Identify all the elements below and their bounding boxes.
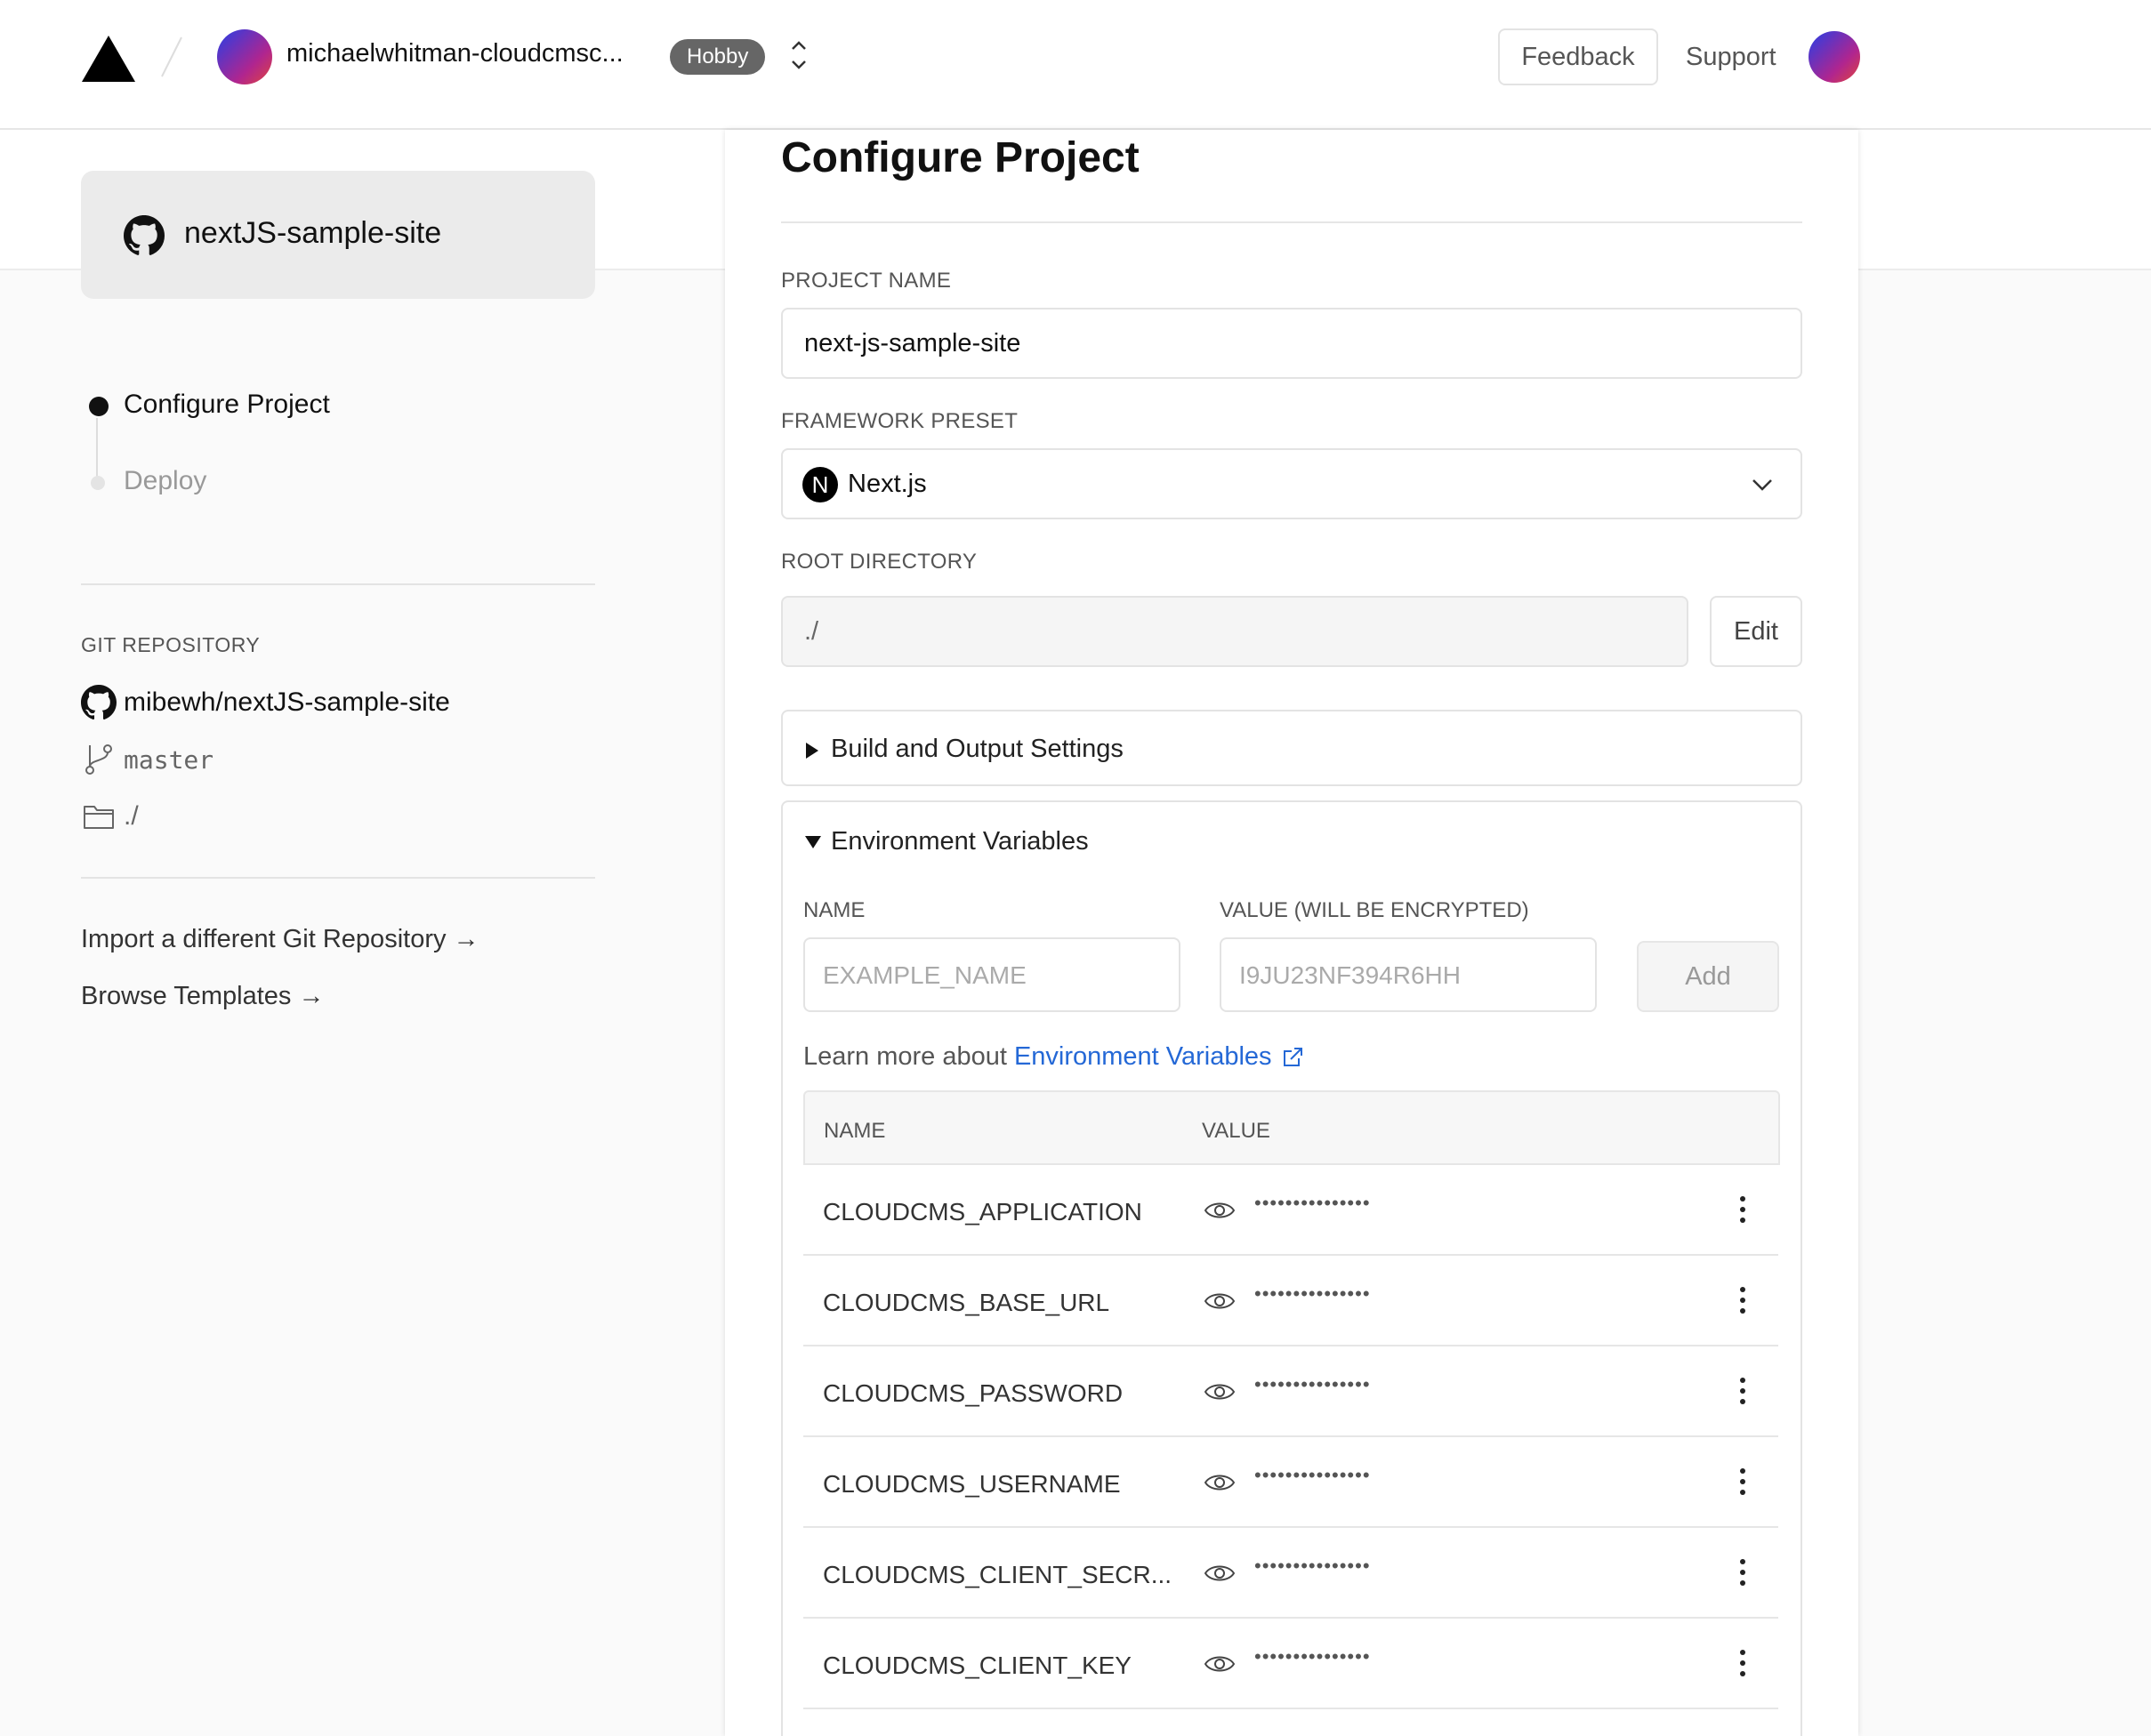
folder-icon [84, 806, 114, 829]
env-table-row: CLOUDCMS_CLIENT_KEY ••••••••••••••• [803, 1619, 1778, 1709]
plan-badge: Hobby [670, 39, 766, 75]
eye-icon[interactable] [1204, 1652, 1236, 1676]
more-options-icon[interactable] [1737, 1375, 1748, 1407]
env-table-row: CLOUDCMS_BASE_URL ••••••••••••••• [803, 1256, 1778, 1346]
chevron-up-down-icon[interactable] [788, 37, 810, 73]
git-repo-name[interactable]: mibewh/nextJS-sample-site [124, 687, 450, 718]
env-variable-name: CLOUDCMS_CLIENT_KEY [823, 1652, 1132, 1679]
env-table-row: CLOUDCMS_CLIENT_SECR... ••••••••••••••• [803, 1528, 1778, 1619]
env-table-row: CLOUDCMS_USERNAME ••••••••••••••• [803, 1437, 1778, 1528]
env-variable-name: CLOUDCMS_CLIENT_SECR... [823, 1561, 1172, 1588]
learn-more-prefix: Learn more about [803, 1042, 1007, 1071]
env-table-row: CLOUDCMS_PASSWORD ••••••••••••••• [803, 1346, 1778, 1437]
framework-preset-label: FRAMEWORK PRESET [781, 409, 1019, 433]
github-icon [124, 215, 165, 255]
env-variable-value-masked: ••••••••••••••• [1254, 1192, 1371, 1214]
external-link-icon[interactable] [1281, 1046, 1304, 1069]
git-repo-row[interactable]: mibewh/nextJS-sample-site [81, 685, 450, 720]
env-variable-value-masked: ••••••••••••••• [1254, 1373, 1371, 1395]
env-value-placeholder: I9JU23NF394R6HH [1239, 961, 1461, 989]
title-divider [781, 221, 1802, 223]
eye-icon[interactable] [1204, 1199, 1236, 1222]
env-name-placeholder: EXAMPLE_NAME [823, 961, 1027, 989]
nextjs-icon: N [802, 467, 838, 502]
vercel-logo-icon[interactable] [82, 36, 135, 82]
step-pending-dot [91, 476, 105, 490]
root-directory-input: ./ [781, 596, 1688, 667]
build-output-settings-label: Build and Output Settings [831, 735, 1124, 763]
env-variable-value-masked: ••••••••••••••• [1254, 1645, 1371, 1668]
env-variable-name: CLOUDCMS_BASE_URL [823, 1289, 1110, 1316]
step-active-dot [89, 397, 109, 416]
git-branch-row: master [81, 742, 213, 777]
git-repository-heading: GIT REPOSITORY [81, 633, 261, 656]
more-options-icon[interactable] [1737, 1647, 1748, 1679]
import-git-repository-link[interactable]: Import a different Git Repository → [81, 925, 479, 954]
env-variable-value-masked: ••••••••••••••• [1254, 1464, 1371, 1486]
project-name-label: PROJECT NAME [781, 269, 952, 293]
env-variable-name: CLOUDCMS_APPLICATION [823, 1198, 1142, 1226]
sidebar-divider [81, 583, 595, 585]
browse-templates-link[interactable]: Browse Templates → [81, 982, 324, 1011]
more-options-icon[interactable] [1737, 1466, 1748, 1498]
env-variable-name: CLOUDCMS_PASSWORD [823, 1379, 1124, 1407]
caret-down-icon[interactable] [804, 834, 822, 850]
git-branch-name: master [124, 744, 214, 775]
environment-variables-docs-link[interactable]: Environment Variables [1014, 1042, 1272, 1072]
caret-right-icon [806, 743, 818, 759]
top-navigation-bar: michaelwhitman-cloudcmsc... Hobby Feedba… [0, 0, 2151, 130]
project-name-input[interactable]: next-js-sample-site [781, 308, 1802, 379]
page-title: Configure Project [781, 134, 1140, 181]
repo-card-title: nextJS-sample-site [184, 216, 442, 250]
step-deploy: Deploy [124, 466, 207, 495]
git-directory-row: ./ [81, 799, 139, 834]
sidebar-divider [81, 877, 595, 879]
learn-more-text: Learn more about Environment Variables [803, 1042, 1304, 1072]
eye-icon[interactable] [1204, 1380, 1236, 1403]
env-value-input[interactable]: I9JU23NF394R6HH [1220, 937, 1597, 1012]
repo-card: nextJS-sample-site [81, 171, 595, 299]
env-variable-name: CLOUDCMS_USERNAME [823, 1470, 1121, 1498]
breadcrumb-separator-icon [161, 36, 182, 77]
build-output-settings-accordion[interactable]: Build and Output Settings [781, 710, 1802, 786]
support-link[interactable]: Support [1686, 43, 1776, 72]
env-table-name-column: NAME [824, 1119, 886, 1143]
environment-variables-label[interactable]: Environment Variables [831, 827, 1089, 856]
env-value-label: VALUE (WILL BE ENCRYPTED) [1220, 898, 1529, 922]
root-directory-value: ./ [804, 617, 819, 646]
env-variable-value-masked: ••••••••••••••• [1254, 1555, 1371, 1577]
edit-root-directory-button[interactable]: Edit [1710, 596, 1802, 667]
git-branch-icon [85, 744, 112, 775]
eye-icon[interactable] [1204, 1471, 1236, 1494]
env-table-header: NAME VALUE [803, 1090, 1780, 1165]
env-name-input[interactable]: EXAMPLE_NAME [803, 937, 1180, 1012]
eye-icon[interactable] [1204, 1290, 1236, 1313]
more-options-icon[interactable] [1737, 1556, 1748, 1588]
env-table-value-column: VALUE [1202, 1119, 1270, 1143]
root-directory-label: ROOT DIRECTORY [781, 550, 978, 574]
team-name[interactable]: michaelwhitman-cloudcmsc... [286, 39, 624, 68]
env-name-label: NAME [803, 898, 866, 922]
add-env-variable-button[interactable]: Add [1637, 941, 1779, 1012]
chevron-down-icon [1752, 479, 1772, 491]
feedback-button[interactable]: Feedback [1498, 28, 1658, 85]
step-connector [96, 418, 98, 480]
env-variable-value-masked: ••••••••••••••• [1254, 1282, 1371, 1305]
framework-preset-select[interactable]: N Next.js [781, 448, 1802, 519]
more-options-icon[interactable] [1737, 1284, 1748, 1316]
framework-preset-value: Next.js [848, 470, 927, 498]
more-options-icon[interactable] [1737, 1194, 1748, 1226]
step-configure-project: Configure Project [124, 390, 330, 419]
eye-icon[interactable] [1204, 1562, 1236, 1585]
github-icon [81, 685, 117, 720]
project-name-value: next-js-sample-site [804, 329, 1021, 358]
git-directory: ./ [124, 801, 139, 831]
team-avatar[interactable] [217, 29, 272, 84]
user-avatar[interactable] [1809, 31, 1860, 83]
env-table-row: CLOUDCMS_APPLICATION ••••••••••••••• [803, 1165, 1778, 1256]
